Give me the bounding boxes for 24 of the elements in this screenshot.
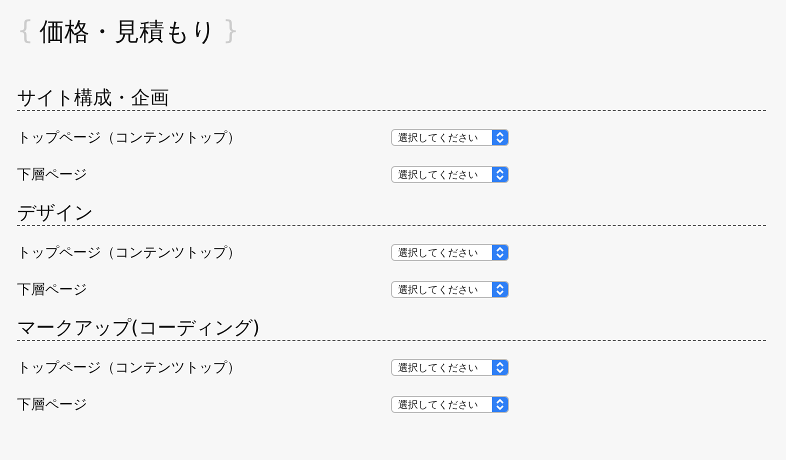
section-heading: マークアップ(コーディング) (17, 316, 766, 341)
item-label: トップページ（コンテンツトップ） (17, 128, 242, 146)
open-brace: { (17, 16, 34, 46)
item-label: 下層ページ (17, 396, 88, 414)
item-label: 下層ページ (17, 166, 88, 184)
select-dropdown[interactable]: 選択してください (391, 281, 509, 298)
chevron-updown-icon (492, 282, 508, 297)
chevron-updown-icon (492, 245, 508, 260)
select-dropdown[interactable]: 選択してください (391, 129, 509, 146)
chevron-updown-icon (492, 397, 508, 412)
select-dropdown[interactable]: 選択してください (391, 396, 509, 413)
select-dropdown[interactable]: 選択してください (391, 359, 509, 376)
section-heading: サイト構成・企画 (17, 86, 766, 111)
chevron-updown-icon (492, 360, 508, 375)
section-heading: デザイン (17, 201, 766, 226)
chevron-updown-icon (492, 130, 508, 145)
select-dropdown[interactable]: 選択してください (391, 166, 509, 183)
select-dropdown[interactable]: 選択してください (391, 244, 509, 261)
item-label: トップページ（コンテンツトップ） (17, 244, 242, 262)
item-label: トップページ（コンテンツトップ） (17, 358, 242, 376)
page-title: 価格・見積もり (40, 16, 217, 48)
close-brace: } (222, 16, 240, 46)
chevron-updown-icon (492, 167, 508, 182)
item-label: 下層ページ (17, 280, 88, 298)
